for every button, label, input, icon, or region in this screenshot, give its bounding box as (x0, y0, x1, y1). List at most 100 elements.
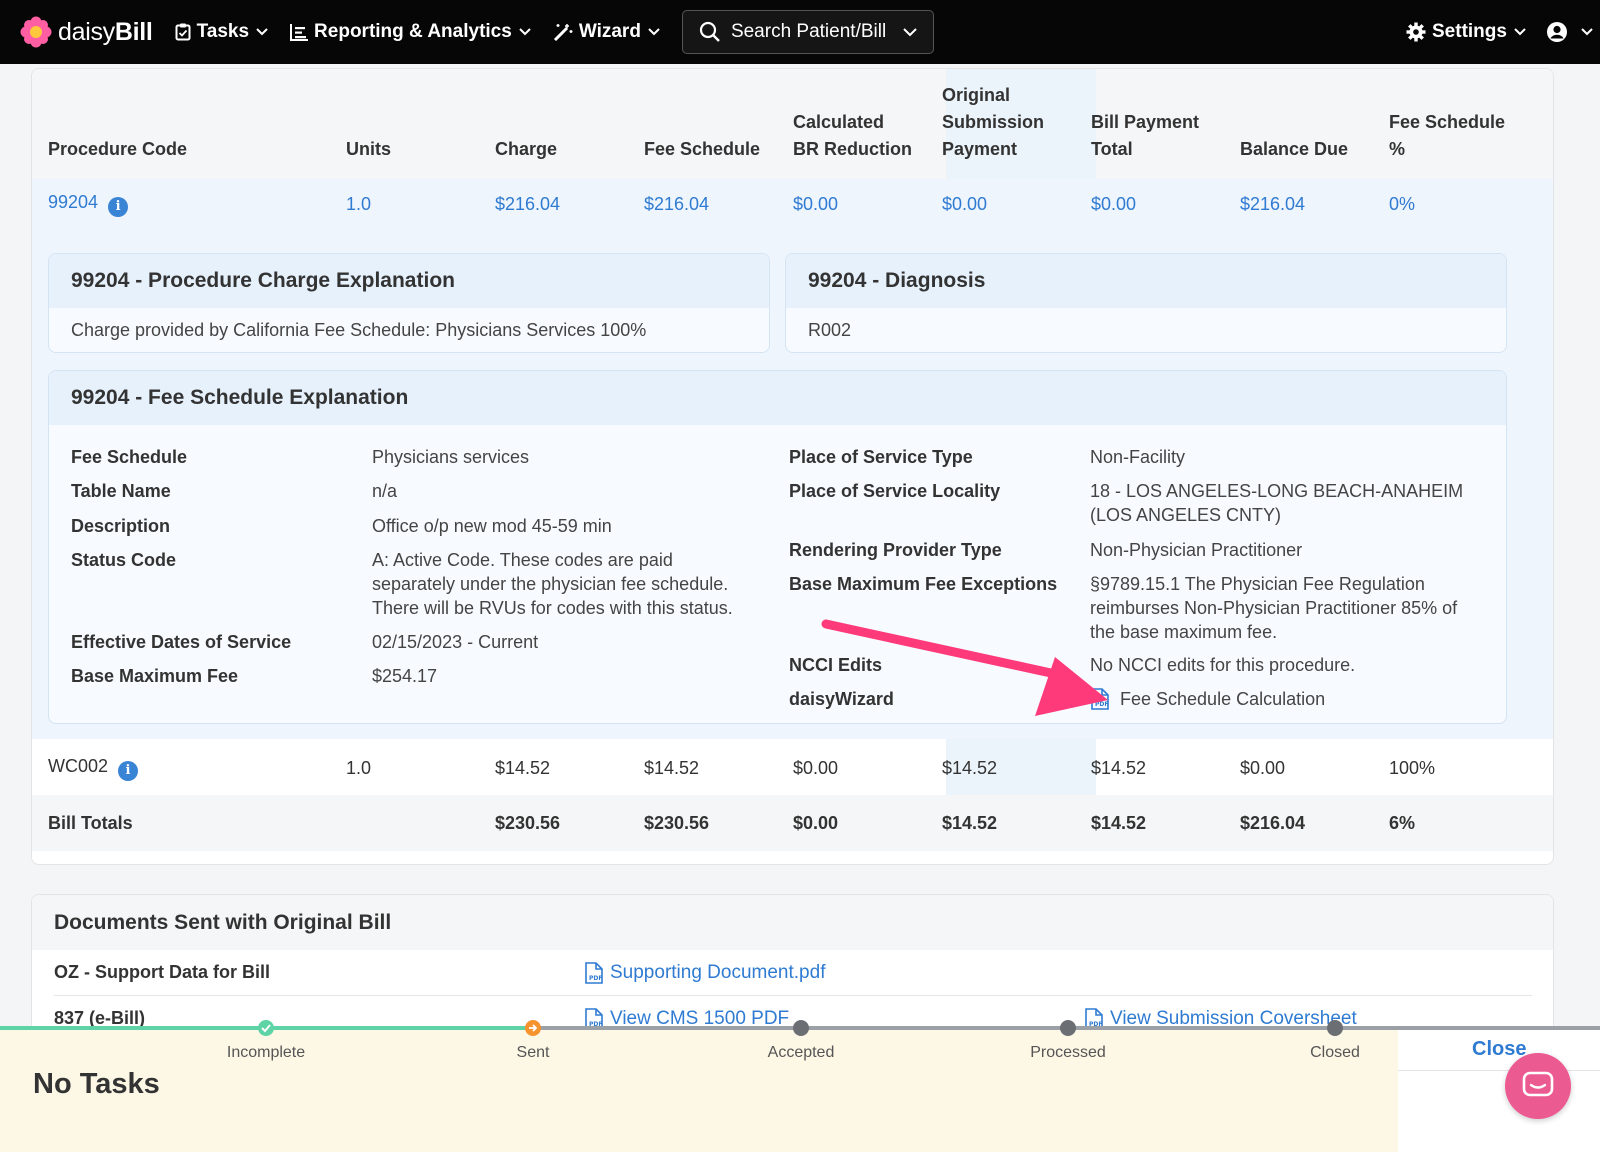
nav-settings-label: Settings (1432, 21, 1507, 42)
th-calculated-br-reduction: Calculated BR Reduction (793, 112, 912, 159)
total-br-reduction: $0.00 (793, 813, 839, 833)
arrow-right-icon (529, 1024, 538, 1032)
search-patient-bill[interactable]: Search Patient/Bill (681, 10, 934, 54)
fee-explanation-title: 99204 - Fee Schedule Explanation (49, 371, 1506, 425)
diagnosis-title: 99204 - Diagnosis (786, 254, 1506, 308)
chat-icon (1522, 1071, 1554, 1097)
value-place-of-service-locality: 18 - LOS ANGELES-LONG BEACH-ANAHEIM (LOS… (1090, 481, 1464, 525)
document-label: OZ - Support Data for Bill (54, 962, 270, 982)
procedure-code: WC002 i (48, 755, 139, 781)
magic-wand-icon (553, 23, 573, 41)
th-original-submission-payment: Original Submission Payment (942, 85, 1045, 159)
bill-totals-label: Bill Totals (48, 813, 133, 833)
nav-settings[interactable]: Settings (1406, 0, 1526, 64)
value-description: Office o/p new mod 45-59 min (372, 516, 612, 536)
cell-br-reduction[interactable]: $0.00 (793, 193, 838, 215)
cell-balance-due[interactable]: $216.04 (1240, 193, 1305, 215)
brand-name-light: daisy (58, 17, 115, 46)
tasks-panel (0, 1026, 1398, 1152)
diagnosis-panel: 99204 - Diagnosis R002 (785, 253, 1507, 353)
charge-explanation-title: 99204 - Procedure Charge Explanation (49, 254, 769, 308)
cell-bill-payment[interactable]: $0.00 (1091, 193, 1136, 215)
total-bill-payment: $14.52 (1091, 813, 1147, 833)
value-ncci-edits: No NCCI edits for this procedure. (1090, 655, 1356, 675)
close-button[interactable]: Close (1472, 1038, 1526, 1061)
step-incomplete-dot (258, 1020, 274, 1036)
label-effective-dates: Effective Dates of Service (71, 632, 292, 652)
chat-launcher-button[interactable] (1505, 1053, 1571, 1119)
cell-units: 1.0 (346, 758, 372, 778)
info-icon[interactable]: i (118, 761, 139, 781)
value-base-maximum-fee: $254.17 (372, 666, 438, 686)
cell-bill-payment: $14.52 (1091, 758, 1147, 778)
search-icon (699, 21, 721, 43)
total-balance-due: $216.04 (1240, 813, 1306, 833)
cell-br-reduction: $0.00 (793, 758, 839, 778)
supporting-document-link[interactable]: PDF Supporting Document.pdf (584, 962, 825, 984)
label-rendering-provider-type: Rendering Provider Type (789, 540, 1002, 560)
step-accepted-label: Accepted (767, 1044, 835, 1061)
check-icon (261, 1024, 271, 1033)
value-status-code: A: Active Code. These codes are paid sep… (372, 550, 733, 618)
nav-reporting[interactable]: Reporting & Analytics (290, 21, 531, 43)
chevron-down-icon (256, 28, 268, 36)
user-menu[interactable] (1546, 0, 1593, 64)
pdf-file-icon: PDF (1091, 688, 1109, 710)
step-processed-label: Processed (1030, 1044, 1106, 1061)
nav-wizard-label: Wizard (578, 21, 641, 42)
value-table-name: n/a (372, 481, 398, 501)
th-bill-payment-total: Bill Payment Total (1091, 112, 1200, 159)
value-rendering-provider-type: Non-Physician Practitioner (1090, 540, 1303, 560)
bill-totals-row: Bill Totals $230.56 $230.56 $0.00 $14.52… (32, 795, 1553, 851)
th-fee-schedule: Fee Schedule (644, 139, 761, 159)
total-fee-schedule: $230.56 (644, 813, 710, 833)
daisy-flower-icon (20, 16, 52, 48)
svg-text:PDF: PDF (589, 975, 602, 982)
label-base-max-fee-exceptions: Base Maximum Fee Exceptions (789, 574, 1058, 594)
value-base-max-fee-exceptions: §9789.15.1 The Physician Fee Regulation … (1090, 574, 1458, 642)
cell-units[interactable]: 1.0 (346, 193, 371, 215)
daisybill-logo[interactable]: daisyBill (20, 16, 153, 48)
nav-tasks[interactable]: Tasks (175, 21, 268, 43)
table-header: Procedure Code Units Charge Fee Schedule… (32, 69, 1553, 179)
charge-explanation-text: Charge provided by California Fee Schedu… (71, 320, 647, 340)
step-sent-dot (525, 1020, 541, 1036)
cell-fee-schedule-pct: 100% (1389, 758, 1436, 778)
th-charge: Charge (495, 139, 558, 159)
cell-original-payment[interactable]: $0.00 (942, 193, 987, 215)
report-icon (290, 23, 309, 41)
label-table-name: Table Name (71, 481, 171, 501)
label-place-of-service-type: Place of Service Type (789, 447, 973, 467)
procedures-table-card: Procedure Code Units Charge Fee Schedule… (31, 68, 1554, 865)
label-description: Description (71, 516, 171, 536)
label-fee-schedule: Fee Schedule (71, 447, 188, 467)
label-place-of-service-locality: Place of Service Locality (789, 481, 1001, 501)
top-navbar: daisyBill Tasks Reporting & Analytics Wi… (0, 0, 1600, 64)
th-units: Units (346, 139, 391, 159)
info-icon[interactable]: i (108, 197, 129, 217)
th-fee-schedule-pct: Fee Schedule% (1389, 112, 1506, 159)
label-ncci-edits: NCCI Edits (789, 655, 883, 675)
nav-tasks-label: Tasks (196, 21, 250, 42)
value-fee-schedule: Physicians services (372, 447, 530, 467)
cell-fee-schedule[interactable]: $216.04 (644, 193, 709, 215)
chevron-down-icon (519, 28, 531, 36)
charge-explanation-panel: 99204 - Procedure Charge Explanation Cha… (48, 253, 770, 353)
cell-charge: $14.52 (495, 758, 551, 778)
step-closed-dot (1327, 1020, 1343, 1036)
cell-charge[interactable]: $216.04 (495, 193, 560, 215)
step-accepted-dot (793, 1020, 809, 1036)
label-daisywizard: daisyWizard (789, 689, 894, 709)
svg-text:PDF: PDF (1095, 701, 1108, 708)
fee-schedule-calculation-link[interactable]: PDF Fee Schedule Calculation (1090, 687, 1325, 711)
brand-name-bold: Bill (114, 17, 153, 46)
diagnosis-code: R002 (808, 320, 852, 340)
cell-original-payment: $14.52 (942, 758, 998, 778)
cell-fee-schedule-pct[interactable]: 0% (1389, 193, 1415, 215)
value-effective-dates: 02/15/2023 - Current (372, 632, 539, 652)
procedure-code-link[interactable]: 99204 i (48, 191, 129, 217)
fee-schedule-explanation-panel: 99204 - Fee Schedule Explanation Fee Sch… (48, 370, 1507, 724)
nav-wizard[interactable]: Wizard (553, 21, 660, 43)
th-balance-due: Balance Due (1240, 139, 1349, 159)
clipboard-icon (175, 23, 191, 41)
